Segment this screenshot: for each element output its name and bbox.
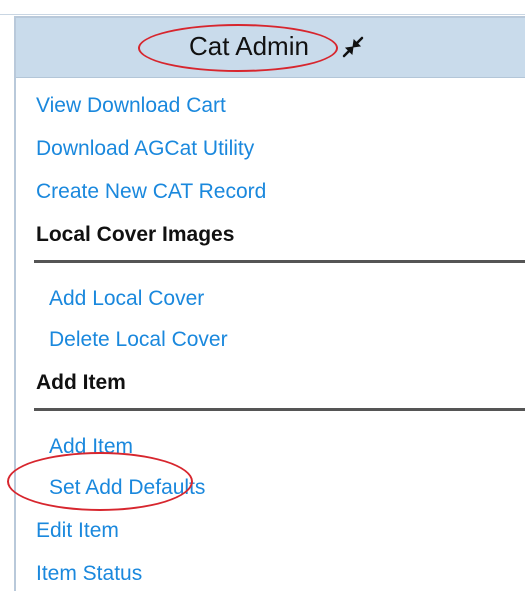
add-local-cover-link[interactable]: Add Local Cover (49, 287, 204, 311)
delete-local-cover-link[interactable]: Delete Local Cover (49, 328, 228, 352)
create-new-cat-record-link[interactable]: Create New CAT Record (36, 180, 266, 204)
local-cover-images-heading: Local Cover Images (36, 223, 235, 246)
item-status-link[interactable]: Item Status (36, 562, 142, 586)
section-divider (34, 408, 525, 411)
top-strip (0, 0, 525, 15)
add-item-link[interactable]: Add Item (49, 435, 133, 459)
collapse-arrows-icon[interactable] (340, 35, 366, 59)
download-agcat-utility-link[interactable]: Download AGCat Utility (36, 137, 254, 161)
cat-admin-panel: Cat Admin View Download Cart Download AG… (7, 16, 525, 591)
view-download-cart-link[interactable]: View Download Cart (36, 94, 226, 118)
panel-header: Cat Admin (16, 18, 525, 78)
edit-item-link[interactable]: Edit Item (36, 519, 119, 543)
section-divider (34, 260, 525, 263)
set-add-defaults-link[interactable]: Set Add Defaults (49, 476, 205, 500)
add-item-heading: Add Item (36, 371, 126, 394)
panel-title: Cat Admin (189, 31, 309, 61)
